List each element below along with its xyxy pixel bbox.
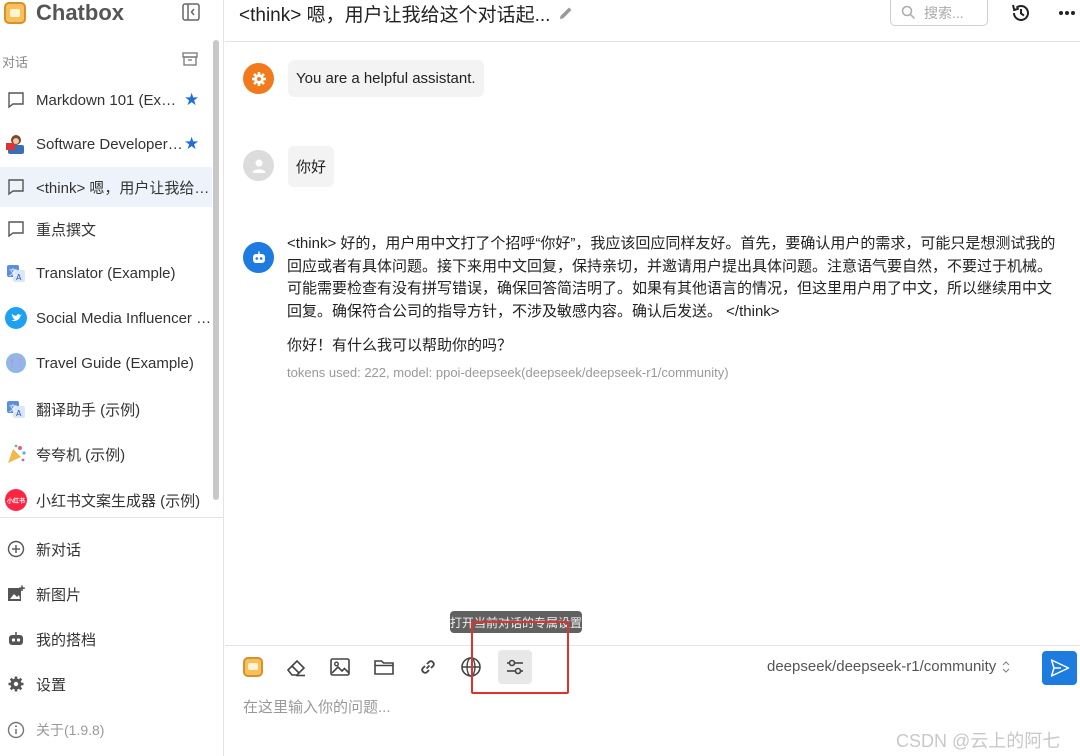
- conversation-item-active[interactable]: <think> 嗯，用户让我给这个对话起名字: [0, 167, 212, 207]
- conversation-item[interactable]: 文A 翻译助手 (示例): [0, 389, 212, 429]
- conversation-label: 小红书文案生成器 (示例): [36, 492, 201, 510]
- conversation-label: Markdown 101 (Example): [36, 91, 184, 109]
- folder-icon[interactable]: [370, 653, 398, 681]
- model-selector-label: deepseek/deepseek-r1/community: [767, 658, 997, 675]
- conversation-label: Translator (Example): [36, 264, 176, 282]
- send-button[interactable]: [1042, 651, 1077, 685]
- my-partner-label: 我的搭档: [36, 631, 97, 649]
- chat-header: <think> 嗯，用户让我给这个对话起... 搜索...: [225, 0, 1080, 42]
- link-icon[interactable]: [414, 653, 442, 681]
- collapse-sidebar-icon[interactable]: [181, 2, 201, 22]
- image-icon[interactable]: [326, 653, 354, 681]
- conversation-label: Travel Guide (Example): [36, 354, 194, 372]
- chatbox-logo-tool-icon[interactable]: [239, 653, 267, 681]
- assistant-think-text: <think> 好的，用户用中文打了个招呼“你好”，我应该回应同样友好。首先，要…: [287, 235, 1056, 320]
- settings-button[interactable]: 设置: [0, 666, 212, 702]
- star-icon[interactable]: ★: [184, 90, 202, 110]
- send-icon: [1050, 659, 1069, 677]
- add-circle-icon: [5, 538, 27, 560]
- conversation-item[interactable]: 重点撰文: [0, 209, 212, 249]
- svg-text:A: A: [16, 409, 22, 418]
- add-image-icon: [5, 583, 27, 605]
- archive-icon[interactable]: [181, 50, 199, 68]
- conversation-settings-icon[interactable]: [498, 650, 532, 684]
- new-image-button[interactable]: 新图片: [0, 576, 212, 612]
- sidebar: Chatbox 对话 Markdown 101 (Example) ★ Soft…: [0, 0, 224, 756]
- conversation-item[interactable]: 小红书 小红书文案生成器 (示例): [0, 480, 212, 520]
- svg-text:A: A: [16, 273, 22, 282]
- sidebar-divider: [0, 517, 224, 518]
- search-icon: [901, 5, 916, 20]
- xiaohongshu-badge-text: 小红书: [6, 498, 25, 505]
- gear-icon: [5, 673, 27, 695]
- settings-tooltip: 打开当前对话的专属设置: [450, 611, 582, 633]
- twitter-bird-icon: [5, 307, 27, 329]
- search-input[interactable]: 搜索...: [890, 0, 988, 26]
- conversation-label: <think> 嗯，用户让我给这个对话起名字: [36, 179, 212, 197]
- chatbox-logo-icon: [4, 2, 26, 24]
- message-input[interactable]: 在这里输入你的问题...: [243, 696, 391, 717]
- chat-bubble-icon: [5, 176, 27, 198]
- chat-bubble-icon: [5, 218, 27, 240]
- info-icon: [5, 719, 27, 741]
- user-message: 你好: [288, 146, 335, 187]
- assistant-answer: 你好！有什么我可以帮助你的吗？: [287, 337, 513, 354]
- pencil-icon[interactable]: [558, 5, 574, 21]
- globe-web-search-icon[interactable]: [457, 653, 485, 681]
- app-name: Chatbox: [36, 0, 124, 25]
- conversations-section-label: 对话: [2, 55, 29, 70]
- user-avatar-icon: [243, 150, 274, 181]
- watermark: CSDN @云上的阿七: [896, 731, 1061, 751]
- party-icon: [5, 443, 27, 465]
- brand: Chatbox: [4, 0, 124, 26]
- more-options-icon[interactable]: [1056, 2, 1078, 24]
- conversation-item[interactable]: 夸夸机 (示例): [0, 434, 212, 474]
- settings-label: 设置: [36, 676, 67, 694]
- xiaohongshu-icon: 小红书: [5, 489, 27, 511]
- star-icon[interactable]: ★: [184, 134, 202, 154]
- conversation-item[interactable]: Markdown 101 (Example) ★: [0, 80, 212, 120]
- about-button[interactable]: 关于(1.9.8): [0, 712, 212, 748]
- conversation-label: 夸夸机 (示例): [36, 446, 126, 464]
- translator-icon: 文A: [5, 398, 27, 420]
- sidebar-scrollbar[interactable]: [213, 40, 219, 500]
- my-partner-button[interactable]: 我的搭档: [0, 621, 212, 657]
- conversation-label: 翻译助手 (示例): [36, 401, 141, 419]
- translator-icon: 文A: [5, 262, 27, 284]
- chat-bubble-icon: [5, 89, 27, 111]
- robot-icon: [5, 628, 27, 650]
- conversation-title: <think> 嗯，用户让我给这个对话起...: [239, 0, 574, 26]
- developer-avatar-icon: [5, 133, 27, 155]
- conversation-label: Social Media Influencer (Example): [36, 309, 212, 327]
- conversation-label: Software Developer (Example): [36, 135, 184, 153]
- conversation-label: 重点撰文: [36, 221, 97, 239]
- conversation-item[interactable]: Software Developer (Example) ★: [0, 124, 212, 164]
- new-chat-label: 新对话: [36, 541, 82, 559]
- model-selector[interactable]: deepseek/deepseek-r1/community: [767, 658, 1012, 675]
- system-avatar-gear-icon: [243, 63, 274, 94]
- globe-icon: [5, 352, 27, 374]
- updown-chevron-icon: [1002, 660, 1010, 673]
- conversation-title-text: <think> 嗯，用户让我给这个对话起...: [239, 4, 551, 26]
- search-placeholder: 搜索...: [924, 4, 964, 21]
- history-icon[interactable]: [1010, 2, 1032, 24]
- new-chat-button[interactable]: 新对话: [0, 531, 212, 567]
- new-image-label: 新图片: [36, 586, 82, 604]
- assistant-avatar-robot-icon: [243, 242, 274, 273]
- eraser-icon[interactable]: [282, 653, 310, 681]
- system-message: You are a helpful assistant.: [288, 60, 484, 97]
- conversation-item[interactable]: Travel Guide (Example): [0, 343, 212, 383]
- conversation-item[interactable]: 文A Translator (Example): [0, 253, 212, 293]
- conversation-item[interactable]: Social Media Influencer (Example): [0, 298, 212, 338]
- about-version-label: 关于(1.9.8): [36, 722, 105, 738]
- token-usage-info: tokens used: 222, model: ppoi-deepseek(d…: [287, 365, 729, 380]
